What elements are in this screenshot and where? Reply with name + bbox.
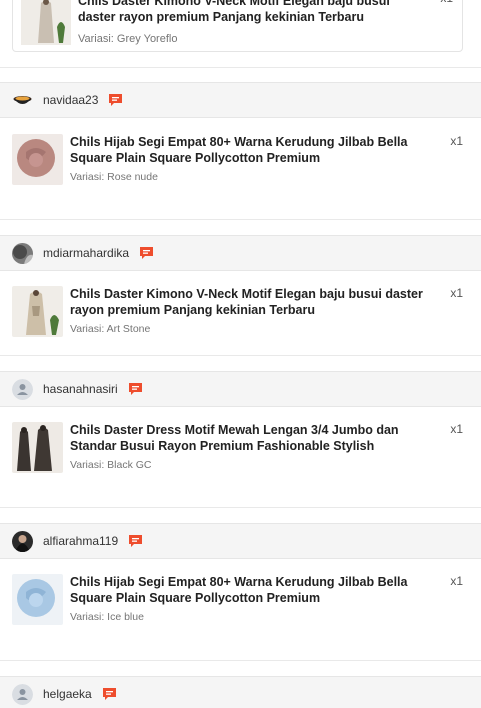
section-divider <box>0 507 481 508</box>
product-title[interactable]: Chils Daster Kimono V-Neck Motif Elegan … <box>78 0 428 25</box>
default-user-icon[interactable] <box>12 378 33 400</box>
buyer-username[interactable]: mdiarmahardika <box>43 246 129 260</box>
variant-label: Variasi: Ice blue <box>70 611 144 623</box>
section-divider <box>0 355 481 356</box>
quantity-label: x1 <box>450 422 463 436</box>
variant-label: Variasi: Art Stone <box>70 323 151 335</box>
quantity-label: x1 <box>450 574 463 588</box>
section-divider <box>0 660 481 661</box>
product-thumbnail[interactable] <box>12 134 63 185</box>
order-header: hasanahnasiri <box>0 371 481 407</box>
order-header: navidaa23 <box>0 82 481 118</box>
bowl-avatar-icon[interactable] <box>12 89 33 111</box>
order-header: mdiarmahardika <box>0 235 481 271</box>
order-header: helgaeka <box>0 676 481 708</box>
quantity-label: x1 <box>450 286 463 300</box>
product-thumbnail[interactable] <box>12 422 63 473</box>
chat-icon[interactable] <box>128 382 143 396</box>
chat-icon[interactable] <box>128 534 143 548</box>
order-item[interactable]: Chils Hijab Segi Empat 80+ Warna Kerudun… <box>0 574 481 664</box>
quantity-label: x1 <box>440 0 453 5</box>
product-thumbnail[interactable] <box>21 0 71 45</box>
order-item-card[interactable]: Chils Daster Kimono V-Neck Motif Elegan … <box>12 0 463 52</box>
product-title[interactable]: Chils Hijab Segi Empat 80+ Warna Kerudun… <box>70 134 445 166</box>
quantity-label: x1 <box>450 134 463 148</box>
variant-label: Variasi: Black GC <box>70 459 152 471</box>
product-title[interactable]: Chils Daster Dress Motif Mewah Lengan 3/… <box>70 422 445 454</box>
order-item[interactable]: Chils Daster Kimono V-Neck Motif Elegan … <box>0 286 481 376</box>
section-divider <box>0 219 481 220</box>
order-header: alfiarahma119 <box>0 523 481 559</box>
chat-icon[interactable] <box>108 93 123 107</box>
chat-icon[interactable] <box>102 687 117 701</box>
variant-label: Variasi: Grey Yoreflo <box>78 33 178 45</box>
product-title[interactable]: Chils Daster Kimono V-Neck Motif Elegan … <box>70 286 445 318</box>
chat-icon[interactable] <box>139 246 154 260</box>
product-title[interactable]: Chils Hijab Segi Empat 80+ Warna Kerudun… <box>70 574 445 606</box>
buyer-username[interactable]: alfiarahma119 <box>43 534 118 548</box>
buyer-username[interactable]: hasanahnasiri <box>43 382 118 396</box>
photo-avatar-icon[interactable] <box>12 530 33 552</box>
order-item[interactable]: Chils Hijab Segi Empat 80+ Warna Kerudun… <box>0 134 481 224</box>
photo-avatar-icon[interactable] <box>12 242 33 264</box>
buyer-username[interactable]: navidaa23 <box>43 93 98 107</box>
product-thumbnail[interactable] <box>12 574 63 625</box>
product-thumbnail[interactable] <box>12 286 63 337</box>
section-divider <box>0 67 481 68</box>
variant-label: Variasi: Rose nude <box>70 171 158 183</box>
buyer-username[interactable]: helgaeka <box>43 687 92 701</box>
default-user-icon[interactable] <box>12 683 33 705</box>
order-item[interactable]: Chils Daster Dress Motif Mewah Lengan 3/… <box>0 422 481 512</box>
